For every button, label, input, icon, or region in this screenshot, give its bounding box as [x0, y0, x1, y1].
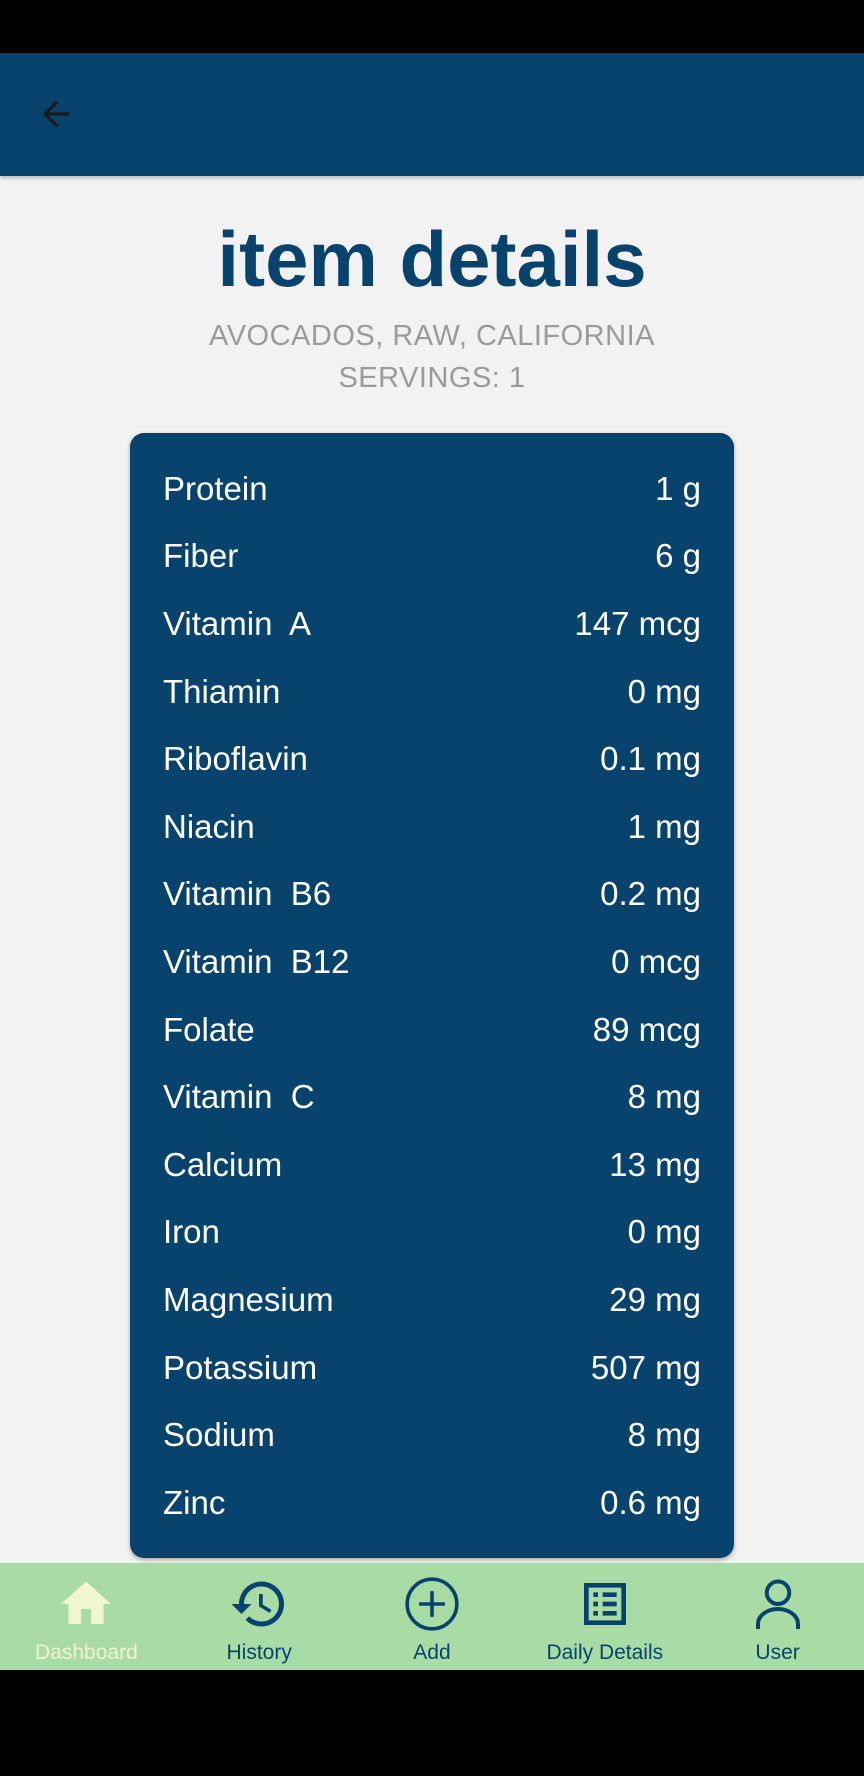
nutrient-value: 0 mcg — [611, 942, 701, 980]
page-title: item details — [217, 215, 647, 303]
nutrient-row: Fiber 6 g — [163, 523, 701, 591]
nav-daily-details[interactable]: Daily Details — [518, 1563, 691, 1670]
nutrient-value: 13 mg — [609, 1145, 701, 1183]
nutrient-name: Zinc — [163, 1483, 226, 1521]
nutrient-list: Protein 1 g Fiber 6 g Vitamin A 147 mcg Thiami… — [163, 455, 701, 1537]
nutrient-name: Vitamin B6 — [163, 875, 332, 913]
nav-label: Dashboard — [35, 1641, 138, 1664]
list-icon — [574, 1573, 636, 1635]
nutrient-value: 8 mg — [627, 1416, 701, 1454]
nutrient-value: 8 mg — [627, 1078, 701, 1116]
nutrient-row: Sodium 8 mg — [163, 1401, 701, 1469]
nav-dashboard[interactable]: Dashboard — [0, 1563, 173, 1670]
nutrient-card: Protein 1 g Fiber 6 g Vitamin A 147 mcg Thiami… — [130, 433, 734, 1558]
nutrient-name: Vitamin B12 — [163, 942, 350, 980]
nutrient-value: 89 mcg — [592, 1010, 701, 1048]
nutrient-value: 0.1 mg — [600, 740, 701, 778]
nutrient-row: Protein 1 g — [163, 455, 701, 523]
nutrient-row: Vitamin B6 0.2 mg — [163, 861, 701, 929]
nutrient-name: Niacin — [163, 807, 255, 845]
nutrient-value: 507 mg — [590, 1348, 701, 1386]
nutrient-value: 0.2 mg — [600, 875, 701, 913]
user-icon — [747, 1573, 809, 1635]
nav-add[interactable]: Add — [346, 1563, 519, 1670]
nav-label: Daily Details — [546, 1641, 664, 1664]
nutrient-name: Thiamin — [163, 672, 281, 710]
nutrient-row: Potassium 507 mg — [163, 1334, 701, 1402]
nutrient-value: 1 mg — [627, 807, 701, 845]
home-icon — [55, 1573, 117, 1635]
nutrient-value: 0 mg — [627, 672, 701, 710]
nutrient-row: Riboflavin 0.1 mg — [163, 725, 701, 793]
nav-label: History — [226, 1641, 292, 1664]
item-name: AVOCADOS, RAW, CALIFORNIA — [209, 320, 655, 352]
status-bar — [0, 0, 864, 53]
nav-history[interactable]: History — [173, 1563, 346, 1670]
app-bar — [0, 53, 864, 176]
history-icon — [228, 1573, 290, 1635]
system-nav-bar — [0, 1670, 864, 1776]
arrow-left-icon — [42, 100, 70, 128]
nutrient-row: Vitamin A 147 mcg — [163, 590, 701, 658]
nutrient-row: Vitamin B12 0 mcg — [163, 928, 701, 996]
nutrient-value: 0 mg — [627, 1213, 701, 1251]
nav-label: Add — [413, 1641, 451, 1664]
nutrient-name: Sodium — [163, 1416, 275, 1454]
nutrient-row: Thiamin 0 mg — [163, 658, 701, 726]
nutrient-name: Riboflavin — [163, 740, 308, 778]
nutrient-name: Vitamin A — [163, 604, 311, 642]
nutrient-name: Vitamin C — [163, 1078, 315, 1116]
nav-label: User — [755, 1641, 800, 1664]
nutrient-name: Magnesium — [163, 1280, 334, 1318]
nutrient-row: Iron 0 mg — [163, 1199, 701, 1267]
nutrient-name: Calcium — [163, 1145, 283, 1183]
add-circle-icon — [401, 1573, 463, 1635]
nutrient-row: Zinc 0.6 mg — [163, 1469, 701, 1537]
nutrient-value: 1 g — [655, 469, 701, 507]
nav-user[interactable]: User — [691, 1563, 864, 1670]
nutrient-value: 147 mcg — [574, 604, 701, 642]
nutrient-value: 6 g — [655, 537, 701, 575]
nutrient-value: 0.6 mg — [600, 1483, 701, 1521]
content-area: item details AVOCADOS, RAW, CALIFORNIA S… — [0, 176, 864, 1563]
servings-label: SERVINGS: 1 — [338, 362, 526, 394]
nutrient-row: Niacin 1 mg — [163, 793, 701, 861]
nutrient-name: Folate — [163, 1010, 255, 1048]
nutrient-name: Potassium — [163, 1348, 318, 1386]
nutrient-row: Calcium 13 mg — [163, 1131, 701, 1199]
back-button[interactable] — [28, 86, 84, 142]
nutrient-row: Vitamin C 8 mg — [163, 1063, 701, 1131]
nutrient-row: Folate 89 mcg — [163, 996, 701, 1064]
bottom-nav: Dashboard History Add Daily Details User — [0, 1563, 864, 1670]
nutrient-name: Protein — [163, 469, 268, 507]
nutrient-row: Magnesium 29 mg — [163, 1266, 701, 1334]
nutrient-name: Fiber — [163, 537, 239, 575]
nutrient-value: 29 mg — [609, 1280, 701, 1318]
nutrient-name: Iron — [163, 1213, 220, 1251]
